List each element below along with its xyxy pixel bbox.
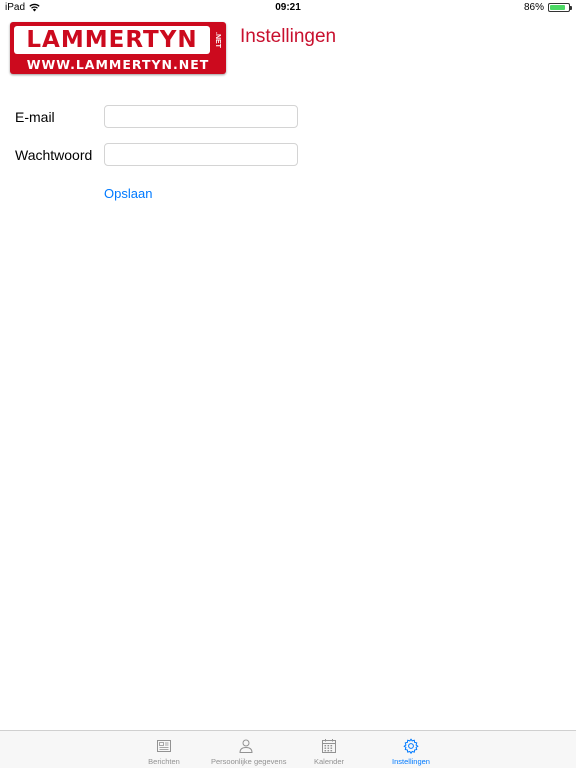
page-title: Instellingen — [240, 26, 337, 47]
save-button[interactable]: Opslaan — [104, 186, 152, 201]
lammertyn-logo: LAMMERTYN .NET WWW.LAMMERTYN.NET — [10, 22, 226, 74]
email-field[interactable] — [104, 105, 298, 128]
tab-berichten[interactable]: Berichten — [129, 731, 199, 768]
gear-icon — [403, 738, 419, 755]
status-time: 09:21 — [275, 2, 301, 13]
tab-label: Instellingen — [392, 757, 430, 766]
status-right: 86% — [523, 2, 572, 13]
newspaper-icon — [157, 740, 171, 752]
logo-net: .NET — [214, 32, 221, 48]
tab-kalender[interactable]: Kalender — [294, 731, 364, 768]
tab-label: Persoonlijke gegevens — [211, 757, 287, 766]
tab-persoonlijke-gegevens[interactable]: Persoonlijke gegevens — [211, 731, 287, 768]
tab-bar: Berichten Persoonlijke gegevens Kalender — [0, 730, 576, 768]
battery-percentage: 86% — [523, 2, 544, 13]
logo-plate: LAMMERTYN — [14, 26, 210, 54]
battery-icon — [548, 3, 572, 12]
tab-label: Kalender — [313, 757, 345, 766]
logo-url: WWW.LAMMERTYN.NET — [26, 57, 210, 72]
password-label: Wachtwoord — [15, 147, 93, 163]
password-field[interactable] — [104, 143, 298, 166]
person-icon — [239, 739, 253, 753]
logo-wordmark: LAMMERTYN — [26, 27, 198, 53]
tab-instellingen[interactable]: Instellingen — [376, 731, 446, 768]
calendar-icon — [322, 739, 336, 753]
tab-label: Berichten — [148, 757, 180, 766]
email-label: E-mail — [15, 109, 55, 125]
battery-level — [550, 5, 566, 10]
status-bar: iPad 09:21 86% — [0, 0, 576, 16]
